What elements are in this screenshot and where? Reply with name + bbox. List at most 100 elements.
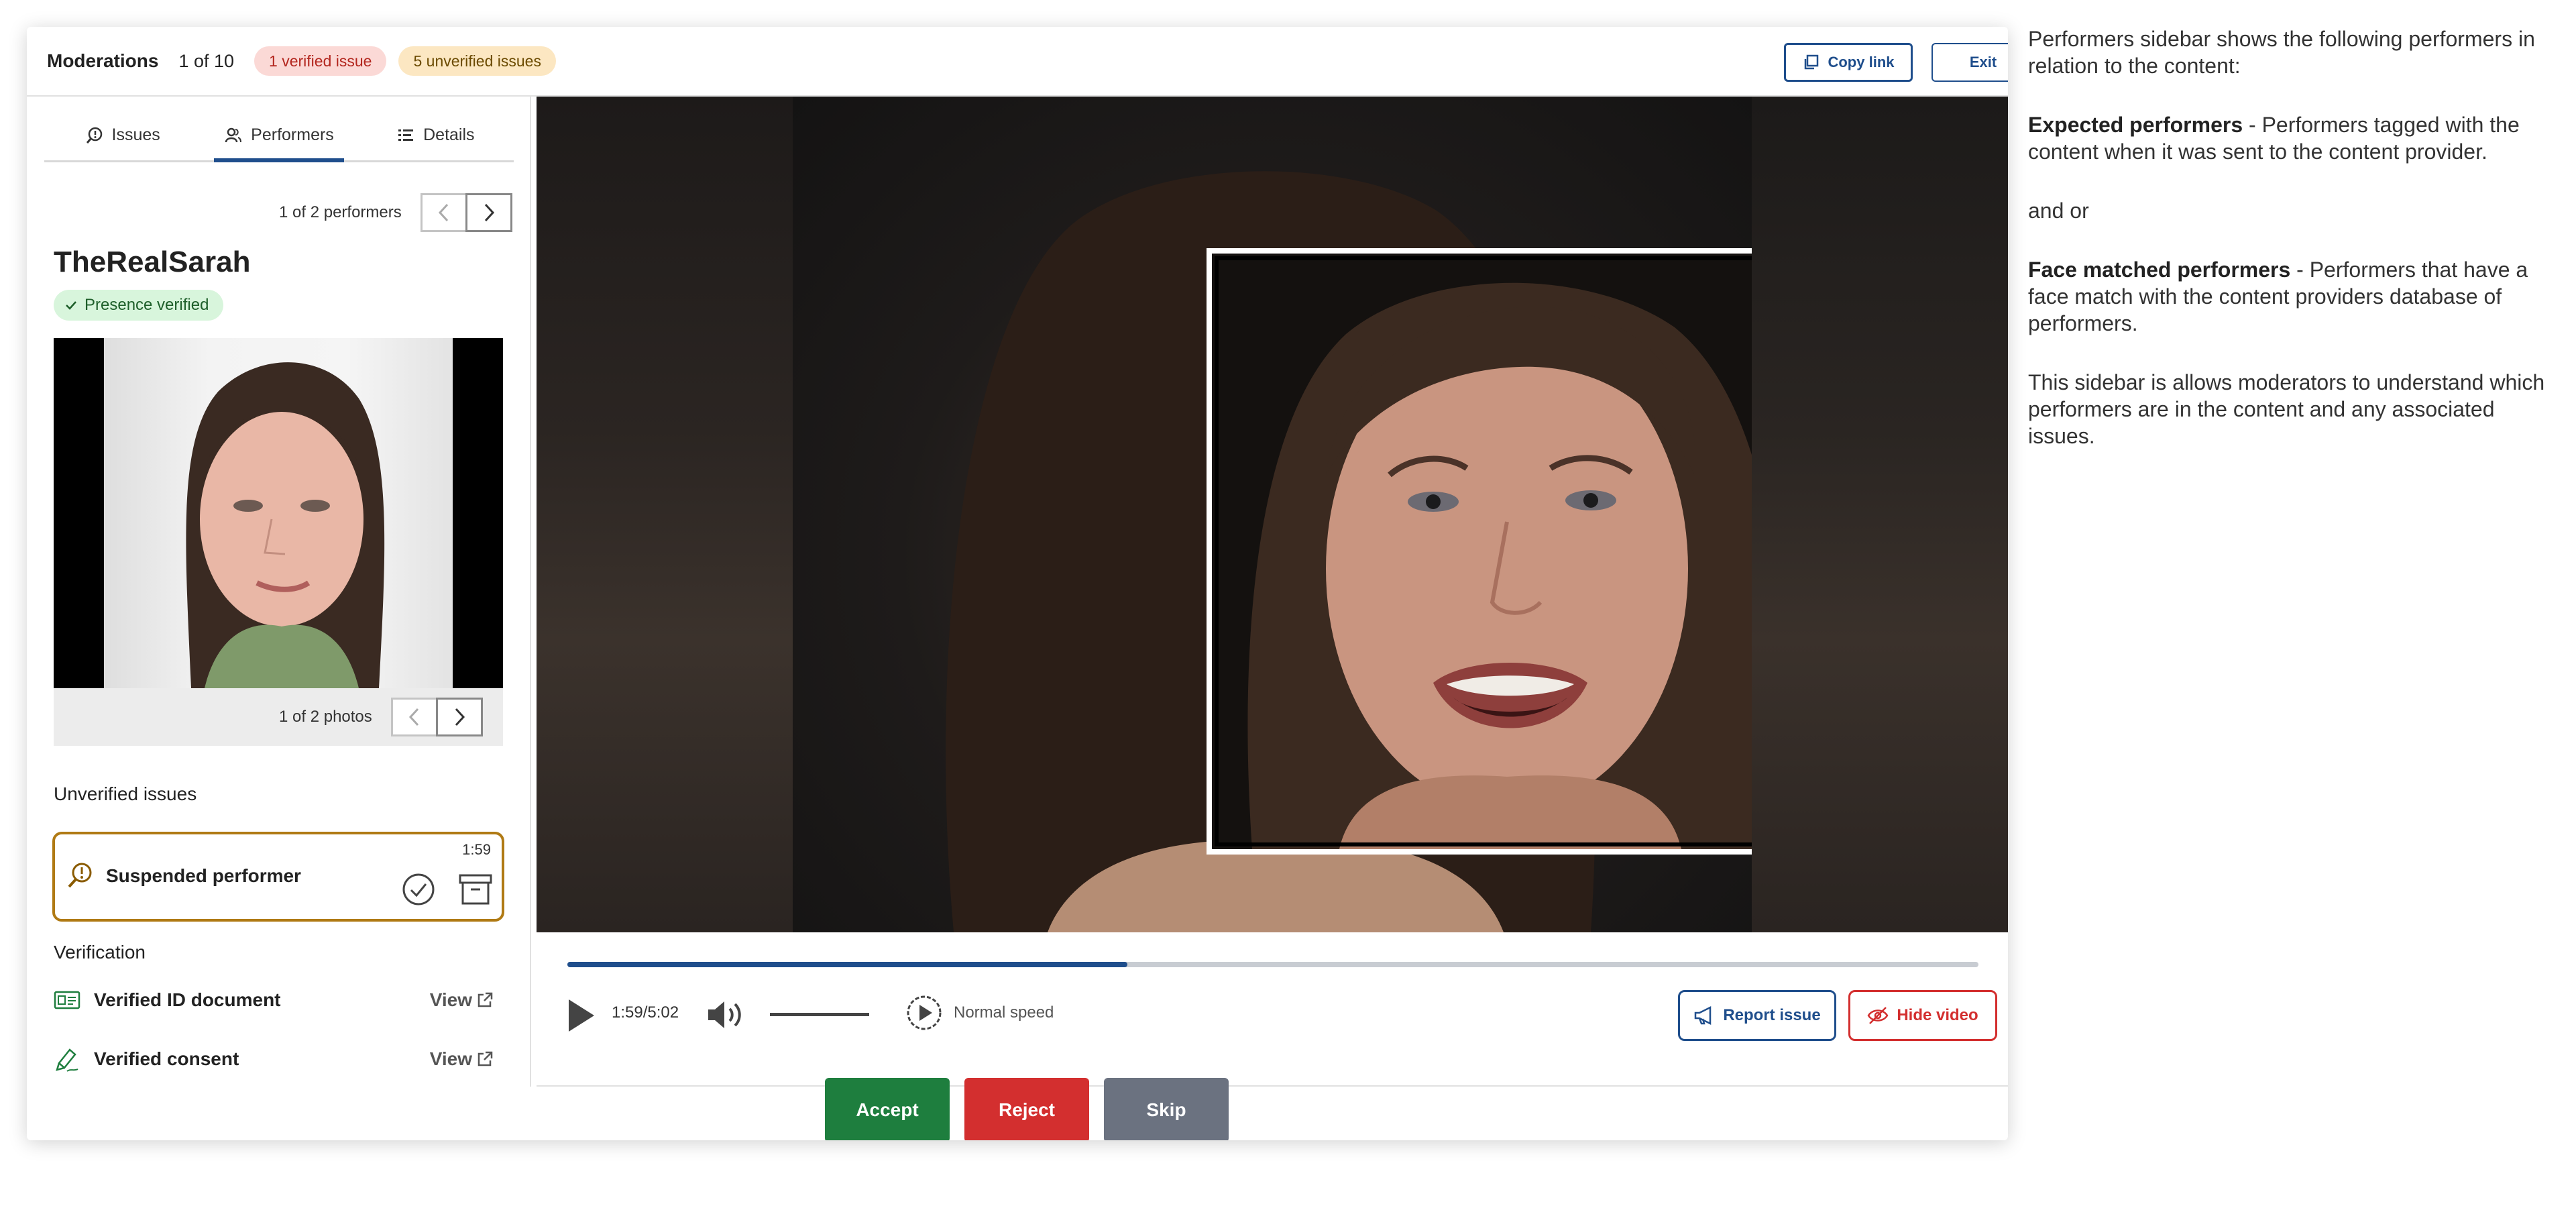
video-player[interactable]	[537, 97, 2008, 932]
skip-label: Skip	[1146, 1099, 1186, 1120]
reject-button[interactable]: Reject	[964, 1078, 1089, 1140]
verification-item-label: Verified consent	[94, 1048, 239, 1069]
chevron-right-icon	[455, 708, 465, 726]
tab-issues-label: Issues	[111, 125, 160, 144]
report-issue-label: Report issue	[1723, 1006, 1821, 1024]
archive-icon	[459, 874, 492, 905]
face-match-box[interactable]	[1207, 248, 1752, 855]
unverified-issues-badge[interactable]: 5 unverified issues	[398, 46, 556, 76]
verify-issue-button[interactable]	[401, 872, 436, 910]
progress-bar[interactable]	[567, 962, 1978, 967]
speed-icon	[907, 995, 942, 1030]
performer-photo-image	[104, 338, 453, 688]
presence-verified-badge: Presence verified	[54, 290, 224, 321]
progress-fill	[567, 962, 1128, 967]
next-performer-button[interactable]	[465, 193, 512, 232]
video-blur-left	[537, 97, 793, 932]
previous-performer-button[interactable]	[420, 193, 467, 232]
previous-photo-button[interactable]	[390, 698, 438, 736]
issue-label: Suspended performer	[106, 865, 301, 886]
decision-bar: Accept Reject Skip	[27, 1078, 2008, 1140]
next-photo-button[interactable]	[435, 698, 483, 736]
hide-video-button[interactable]: Hide video	[1848, 990, 1997, 1041]
exit-button[interactable]: Exit	[1931, 43, 2008, 82]
note-purpose: This sidebar is allows moderators to und…	[2028, 370, 2545, 448]
performer-pager-text: 1 of 2 performers	[279, 203, 402, 221]
face-closeup	[1212, 254, 1752, 849]
note-face-matched-performers: Face matched performers - Performers tha…	[2028, 256, 2551, 337]
verification-item-label: Verified ID document	[94, 989, 281, 1010]
chevron-left-icon	[438, 203, 448, 222]
tab-performers[interactable]: Performers	[201, 110, 357, 162]
photo-pager: 1 of 2 photos	[279, 698, 483, 736]
speaker-icon	[708, 1001, 741, 1028]
eye-off-icon	[1867, 1007, 1889, 1024]
id-card-icon	[54, 991, 80, 1009]
people-icon	[225, 127, 242, 142]
verification-row-consent: Verified consent View	[54, 1042, 510, 1076]
note-expected-title: Expected performers	[2028, 113, 2243, 137]
volume-button[interactable]	[706, 998, 746, 1032]
photo-pager-text: 1 of 2 photos	[279, 708, 372, 726]
report-issue-button[interactable]: Report issue	[1678, 990, 1836, 1041]
playback-speed-button[interactable]: Normal speed	[905, 994, 1054, 1032]
performer-pager: 1 of 2 performers	[279, 193, 512, 232]
player-controls: 1:59/5:02 Normal speed Report issue Hide…	[537, 932, 2008, 1087]
verified-issues-badge[interactable]: 1 verified issue	[254, 46, 387, 76]
note-face-matched-title: Face matched performers	[2028, 258, 2291, 282]
external-link-icon[interactable]	[476, 991, 494, 1009]
tab-details-label: Details	[423, 125, 475, 144]
accept-button[interactable]: Accept	[825, 1078, 950, 1140]
hide-video-label: Hide video	[1897, 1006, 1978, 1024]
external-link-icon[interactable]	[476, 1050, 494, 1068]
volume-slider[interactable]	[770, 1013, 869, 1016]
play-button[interactable]	[566, 997, 597, 1034]
performers-sidebar: Issues Performers Details 1 of 2 perform…	[27, 97, 531, 1087]
time-readout: 1:59/5:02	[612, 1003, 679, 1022]
photo-pager-bar: 1 of 2 photos	[54, 688, 503, 746]
tab-issues[interactable]: Issues	[44, 110, 201, 160]
unverified-issues-heading: Unverified issues	[54, 783, 197, 804]
verification-row-id-document: Verified ID document View	[54, 983, 510, 1017]
chevron-right-icon	[484, 203, 494, 222]
time-readout-wrap: 1:59/5:02	[612, 1003, 679, 1022]
check-icon	[66, 301, 76, 310]
list-icon	[398, 129, 414, 141]
verification-heading: Verification	[54, 942, 146, 963]
copy-link-label: Copy link	[1828, 54, 1895, 70]
tab-details[interactable]: Details	[357, 110, 514, 160]
issue-card-suspended-performer[interactable]: Suspended performer 1:59	[52, 832, 504, 922]
magnifier-alert-icon	[68, 863, 92, 888]
annotation-notes: Performers sidebar shows the following p…	[2028, 25, 2551, 482]
accept-label: Accept	[856, 1099, 919, 1120]
moderation-counter: 1 of 10	[178, 50, 235, 71]
tab-performers-label: Performers	[251, 125, 334, 144]
top-bar: Moderations 1 of 10 1 verified issue 5 u…	[27, 27, 2008, 97]
view-consent-link[interactable]: View	[430, 1048, 472, 1070]
presence-verified-label: Presence verified	[85, 296, 209, 314]
signature-pen-icon	[56, 1048, 78, 1072]
reject-label: Reject	[998, 1099, 1056, 1120]
speed-label: Normal speed	[954, 1003, 1054, 1022]
video-blur-right	[1750, 97, 2008, 932]
copy-link-button[interactable]: Copy link	[1784, 43, 1913, 82]
check-circle-icon	[402, 873, 435, 906]
skip-button[interactable]: Skip	[1104, 1078, 1229, 1140]
megaphone-icon	[1695, 1005, 1712, 1026]
play-icon	[569, 999, 594, 1032]
copy-icon	[1805, 54, 1819, 70]
moderation-app: Moderations 1 of 10 1 verified issue 5 u…	[27, 27, 2008, 1140]
note-intro: Performers sidebar shows the following p…	[2028, 27, 2535, 78]
chevron-left-icon	[408, 708, 418, 726]
note-and-or: and or	[2028, 199, 2089, 223]
performer-portrait	[186, 362, 385, 688]
exit-label: Exit	[1969, 54, 1997, 70]
video-frame	[793, 97, 1752, 932]
view-id-document-link[interactable]: View	[430, 989, 472, 1011]
archive-issue-button[interactable]	[457, 872, 494, 910]
issue-timestamp[interactable]: 1:59	[462, 841, 491, 859]
page-title: Moderations	[47, 50, 159, 71]
performer-photo	[54, 338, 503, 688]
sidebar-tabs: Issues Performers Details	[44, 110, 514, 162]
magnifier-alert-icon	[86, 127, 102, 144]
